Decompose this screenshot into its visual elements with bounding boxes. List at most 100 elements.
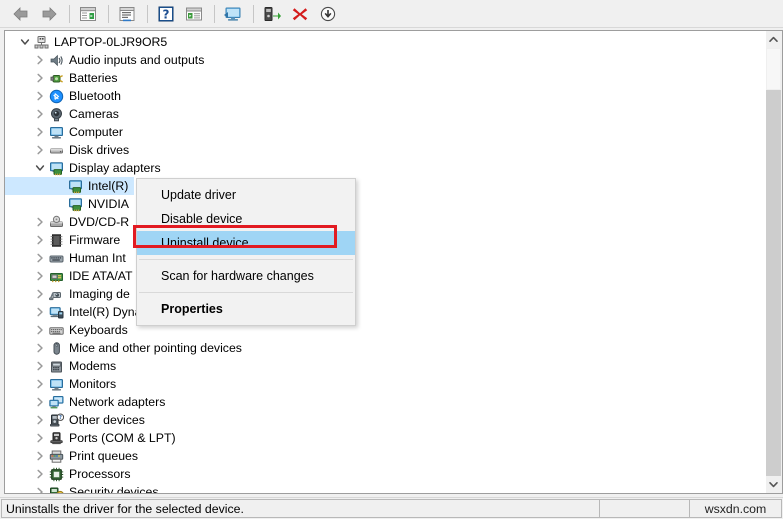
menu-item-scan-for-hardware-changes[interactable]: Scan for hardware changes	[137, 264, 355, 288]
show-hide-console-tree-button[interactable]	[75, 2, 101, 26]
menu-item-disable-device[interactable]: Disable device	[137, 207, 355, 231]
chevron-right-icon[interactable]	[32, 213, 48, 231]
uninstall-device-button[interactable]	[287, 2, 313, 26]
tree-row-content[interactable]: Cameras	[5, 105, 125, 123]
tree-row-content[interactable]: Display adapters	[5, 159, 167, 177]
chevron-right-icon[interactable]	[32, 483, 48, 493]
tree-row-human-int[interactable]: Human Int	[5, 249, 757, 267]
tree-row-processors[interactable]: Processors	[5, 465, 757, 483]
chevron-right-icon[interactable]	[32, 465, 48, 483]
tree-row-network-adapters[interactable]: Network adapters	[5, 393, 757, 411]
forward-button[interactable]	[36, 2, 62, 26]
tree-row-nvidia[interactable]: NVIDIA	[5, 195, 757, 213]
chevron-down-icon[interactable]	[32, 159, 48, 177]
chevron-right-icon[interactable]	[32, 87, 48, 105]
chevron-right-icon[interactable]	[32, 69, 48, 87]
chevron-right-icon[interactable]	[32, 123, 48, 141]
tree-row-intel-r[interactable]: Intel(R)	[5, 177, 757, 195]
chevron-right-icon[interactable]	[32, 339, 48, 357]
scrollbar-track-lower[interactable]	[766, 90, 781, 476]
tree-row-content[interactable]: Imaging de	[5, 285, 136, 303]
tree-row-cameras[interactable]: Cameras	[5, 105, 757, 123]
back-button[interactable]	[8, 2, 34, 26]
scrollbar-thumb[interactable]	[766, 48, 781, 90]
chevron-down-icon[interactable]	[17, 33, 33, 51]
tree-row-content[interactable]: IDE ATA/AT	[5, 267, 139, 285]
chevron-right-icon[interactable]	[32, 393, 48, 411]
chevron-right-icon[interactable]	[32, 105, 48, 123]
tree-row-security-devices[interactable]: Security devices	[5, 483, 757, 493]
vertical-scrollbar[interactable]	[766, 30, 783, 494]
disable-device-button[interactable]	[315, 2, 341, 26]
chevron-right-icon[interactable]	[32, 303, 48, 321]
tree-row-dvd-cd-r[interactable]: DVD/CD-R	[5, 213, 757, 231]
tree-row-keyboards[interactable]: Keyboards	[5, 321, 757, 339]
tree-item-label: Other devices	[69, 413, 145, 427]
tree-row-display-adapters[interactable]: Display adapters	[5, 159, 757, 177]
chevron-right-icon[interactable]	[32, 267, 48, 285]
chevron-right-icon[interactable]	[32, 285, 48, 303]
tree-row-content[interactable]: Firmware	[5, 231, 126, 249]
tree-row-content[interactable]: Disk drives	[5, 141, 135, 159]
tree-row-content[interactable]: Batteries	[5, 69, 124, 87]
tree-row-content[interactable]: Keyboards	[5, 321, 134, 339]
tree-row-disk-drives[interactable]: Disk drives	[5, 141, 757, 159]
chevron-right-icon[interactable]	[32, 321, 48, 339]
tree-row-print-queues[interactable]: Print queues	[5, 447, 757, 465]
tree-row-content[interactable]: Bluetooth	[5, 87, 127, 105]
properties-button[interactable]	[114, 2, 140, 26]
scrollbar-track[interactable]	[766, 48, 782, 476]
tree-row-ports-com-lpt[interactable]: Ports (COM & LPT)	[5, 429, 757, 447]
tree-row-content[interactable]: Ports (COM & LPT)	[5, 429, 182, 447]
scan-hardware-changes-button[interactable]	[220, 2, 246, 26]
chevron-right-icon[interactable]	[32, 231, 48, 249]
tree-row-content[interactable]: Print queues	[5, 447, 144, 465]
menu-item-uninstall-device[interactable]: Uninstall device	[137, 231, 355, 255]
tree-row-content[interactable]: Security devices	[5, 483, 165, 493]
tree-row-content[interactable]: DVD/CD-R	[5, 213, 135, 231]
chevron-right-icon[interactable]	[32, 411, 48, 429]
menu-item-properties[interactable]: Properties	[137, 297, 355, 321]
tree-row-content[interactable]: Processors	[5, 465, 137, 483]
tree-row-other-devices[interactable]: ? Other devices	[5, 411, 757, 429]
tree-row-content[interactable]: Computer	[5, 123, 129, 141]
tree-row-batteries[interactable]: Batteries	[5, 69, 757, 87]
tree-row-computer[interactable]: Computer	[5, 123, 757, 141]
tree-row-content[interactable]: Monitors	[5, 375, 122, 393]
tree-row-monitors[interactable]: Monitors	[5, 375, 757, 393]
view-button[interactable]	[181, 2, 207, 26]
help-button[interactable]: ?	[153, 2, 179, 26]
tree-row-modems[interactable]: Modems	[5, 357, 757, 375]
tree-row-content[interactable]: Intel(R)	[5, 177, 135, 195]
scroll-up-arrow-icon[interactable]	[766, 31, 781, 48]
tree-row-audio-inputs-and-outputs[interactable]: Audio inputs and outputs	[5, 51, 757, 69]
chevron-right-icon[interactable]	[32, 141, 48, 159]
chevron-right-icon[interactable]	[32, 375, 48, 393]
tree-row-content[interactable]: ? Other devices	[5, 411, 151, 429]
chevron-right-icon[interactable]	[32, 429, 48, 447]
tree-row-content[interactable]: NVIDIA	[5, 195, 135, 213]
chevron-right-icon[interactable]	[32, 447, 48, 465]
tree-row-imaging-de[interactable]: Imaging de	[5, 285, 757, 303]
chevron-right-icon[interactable]	[32, 357, 48, 375]
chevron-right-icon[interactable]	[32, 51, 48, 69]
tree-row-firmware[interactable]: Firmware	[5, 231, 757, 249]
tree-row-mice-and-other-pointing-devices[interactable]: Mice and other pointing devices	[5, 339, 757, 357]
context-menu[interactable]: Update driver Disable device Uninstall dev…	[136, 178, 356, 326]
tree-row-bluetooth[interactable]: Bluetooth	[5, 87, 757, 105]
scroll-down-arrow-icon[interactable]	[766, 476, 781, 493]
tree-row-intel-r-dynamic-platform-and-thermal-framework[interactable]: Intel(R) Dynamic Platform and Thermal Fr…	[5, 303, 757, 321]
tree-row-content[interactable]: Mice and other pointing devices	[5, 339, 248, 357]
tree-row-content[interactable]: Modems	[5, 357, 122, 375]
device-tree-panel[interactable]: LAPTOP-0LJR9OR5 Audio inputs and outputs…	[4, 30, 779, 494]
tree-row-ide-ata-at[interactable]: IDE ATA/AT	[5, 267, 757, 285]
firmware-chip-icon	[48, 231, 65, 249]
menu-item-update-driver[interactable]: Update driver	[137, 183, 355, 207]
status-bar: Uninstalls the driver for the selected d…	[0, 497, 783, 519]
tree-row-content[interactable]: Network adapters	[5, 393, 171, 411]
tree-row-content[interactable]: Audio inputs and outputs	[5, 51, 210, 69]
update-driver-button[interactable]	[259, 2, 285, 26]
chevron-right-icon[interactable]	[32, 249, 48, 267]
tree-row-root[interactable]: LAPTOP-0LJR9OR5	[5, 33, 757, 51]
tree-row-content[interactable]: Human Int	[5, 249, 132, 267]
